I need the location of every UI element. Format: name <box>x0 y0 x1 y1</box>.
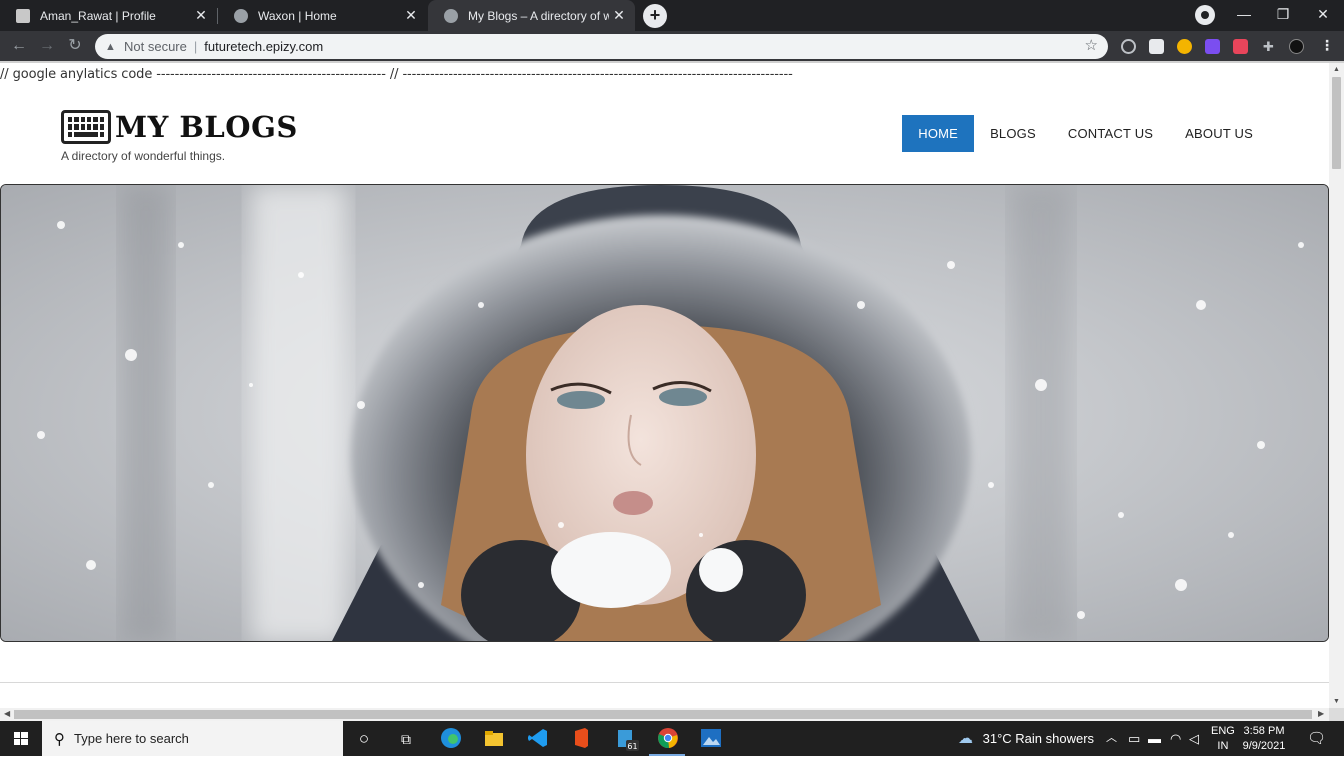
input-language[interactable]: ENG IN <box>1211 724 1235 754</box>
scrollbar-corner <box>1329 708 1344 721</box>
security-label[interactable]: Not secure <box>124 39 187 54</box>
system-clock[interactable]: 3:58 PM 9/9/2021 <box>1238 724 1290 754</box>
cloud-sun-icon: ☁ <box>958 730 973 747</box>
chrome-menu-icon[interactable]: ⋮ <box>1320 37 1334 54</box>
site-logo[interactable]: MY BLOGS <box>61 110 298 144</box>
hero-winter-portrait <box>1 185 1328 641</box>
region-code: IN <box>1217 740 1229 752</box>
file-explorer-icon[interactable] <box>482 727 506 751</box>
notes-app-icon[interactable]: 61 <box>615 727 639 751</box>
globe-favicon-icon <box>444 8 458 23</box>
keyboard-icon <box>61 110 111 144</box>
tab-title: Aman_Rawat | Profile <box>40 8 156 23</box>
vertical-scroll-thumb[interactable] <box>1332 77 1341 169</box>
weather-text: 31°C Rain showers <box>982 731 1095 746</box>
site-tagline: A directory of wonderful things. <box>61 149 226 163</box>
browser-toolbar: ← → ↻ ▲ Not secure | futuretech.epizy.co… <box>0 31 1344 61</box>
clock-date: 9/9/2021 <box>1242 740 1286 752</box>
search-icon: ⚲ <box>54 730 65 748</box>
meet-now-icon[interactable]: ▭ <box>1128 721 1140 756</box>
tab-strip: Aman_Rawat | Profile ✕ Waxon | Home ✕ My… <box>0 0 1344 31</box>
horizontal-scrollbar[interactable]: ◀ ▶ <box>0 708 1329 721</box>
edge-icon[interactable] <box>439 727 463 751</box>
close-window-button[interactable]: ✕ <box>1308 3 1338 25</box>
scroll-left-icon[interactable]: ◀ <box>4 709 10 718</box>
extension-card-icon[interactable] <box>1149 39 1164 54</box>
web-page: // google anylatics code ---------------… <box>0 63 1329 708</box>
extension-red-icon[interactable] <box>1233 39 1248 54</box>
clock-time: 3:58 PM <box>1243 725 1285 737</box>
notification-center-icon[interactable]: 🗨 <box>1307 721 1326 756</box>
windows-logo-icon <box>14 732 28 745</box>
site-title[interactable]: MY BLOGS <box>115 110 298 144</box>
vertical-scrollbar[interactable]: ▲ ▼ <box>1329 63 1344 708</box>
chrome-icon[interactable] <box>656 727 680 751</box>
cortana-icon[interactable]: ○ <box>352 727 376 751</box>
main-nav: HOME BLOGS CONTACT US ABOUT US <box>902 115 1269 152</box>
taskbar-search-input[interactable]: ⚲ Type here to search <box>42 721 343 756</box>
badge-count: 61 <box>627 742 637 751</box>
scroll-up-icon[interactable]: ▲ <box>1333 66 1340 73</box>
weather-widget[interactable]: ☁ 31°C Rain showers <box>958 721 1094 756</box>
url-text[interactable]: futuretech.epizy.com <box>204 39 323 54</box>
nav-home[interactable]: HOME <box>902 115 975 152</box>
bookmark-star-icon[interactable]: ☆ <box>1085 36 1098 54</box>
search-placeholder: Type here to search <box>74 731 189 746</box>
restore-button[interactable]: ❐ <box>1268 3 1298 25</box>
address-bar[interactable]: ▲ Not secure | futuretech.epizy.com ☆ <box>95 34 1108 59</box>
hero-image <box>0 184 1329 642</box>
nav-blogs[interactable]: BLOGS <box>974 115 1052 152</box>
extension-colorful-icon[interactable] <box>1177 39 1192 54</box>
scroll-down-icon[interactable]: ▼ <box>1333 698 1340 705</box>
extensions-puzzle-icon[interactable]: ✚ <box>1261 39 1276 54</box>
close-tab-icon[interactable]: ✕ <box>401 7 421 24</box>
ga-comment-text: // google anylatics code ---------------… <box>0 67 793 82</box>
language-code: ENG <box>1211 725 1235 737</box>
profile-favicon-icon <box>16 8 30 23</box>
close-tab-icon[interactable]: ✕ <box>609 7 629 24</box>
new-tab-button[interactable]: + <box>643 4 667 28</box>
vscode-icon[interactable] <box>526 727 550 751</box>
back-button[interactable]: ← <box>8 35 30 57</box>
extension-bug-icon[interactable] <box>1121 39 1136 54</box>
close-tab-icon[interactable]: ✕ <box>191 7 211 24</box>
tab-my-blogs[interactable]: My Blogs – A directory of wonde ✕ <box>428 0 635 31</box>
tab-title: Waxon | Home <box>258 8 337 23</box>
windows-taskbar: ⚲ Type here to search ○ ⧉ 61 ☁ 31°C Rain… <box>0 721 1344 756</box>
warning-icon[interactable]: ▲ <box>105 41 117 53</box>
battery-icon[interactable]: ▬ <box>1148 721 1161 756</box>
tab-title: My Blogs – A directory of wonde <box>468 8 609 23</box>
minimize-button[interactable]: — <box>1229 3 1259 25</box>
wifi-icon[interactable]: ◠ <box>1170 721 1181 756</box>
office-icon[interactable] <box>569 727 593 751</box>
horizontal-scroll-thumb[interactable] <box>14 710 1312 719</box>
nav-about-us[interactable]: ABOUT US <box>1169 115 1269 152</box>
volume-icon[interactable]: ◁ <box>1189 721 1199 756</box>
extension-purple-icon[interactable] <box>1205 39 1220 54</box>
media-control-icon[interactable] <box>1195 5 1215 25</box>
show-hidden-icons-icon[interactable]: ︿ <box>1106 721 1117 756</box>
globe-favicon-icon <box>234 8 248 23</box>
section-divider <box>0 682 1329 683</box>
photos-app-icon[interactable] <box>699 727 723 751</box>
tab-profile[interactable]: Aman_Rawat | Profile ✕ <box>0 0 217 31</box>
task-view-icon[interactable]: ⧉ <box>394 727 418 751</box>
start-button[interactable] <box>0 721 42 756</box>
nav-contact-us[interactable]: CONTACT US <box>1052 115 1169 152</box>
omnibox-divider: | <box>193 39 198 54</box>
profile-avatar[interactable] <box>1289 39 1304 54</box>
reload-button[interactable]: ↻ <box>64 35 86 57</box>
scroll-right-icon[interactable]: ▶ <box>1318 709 1324 718</box>
tab-waxon[interactable]: Waxon | Home ✕ <box>218 0 427 31</box>
forward-button[interactable]: → <box>36 35 58 57</box>
